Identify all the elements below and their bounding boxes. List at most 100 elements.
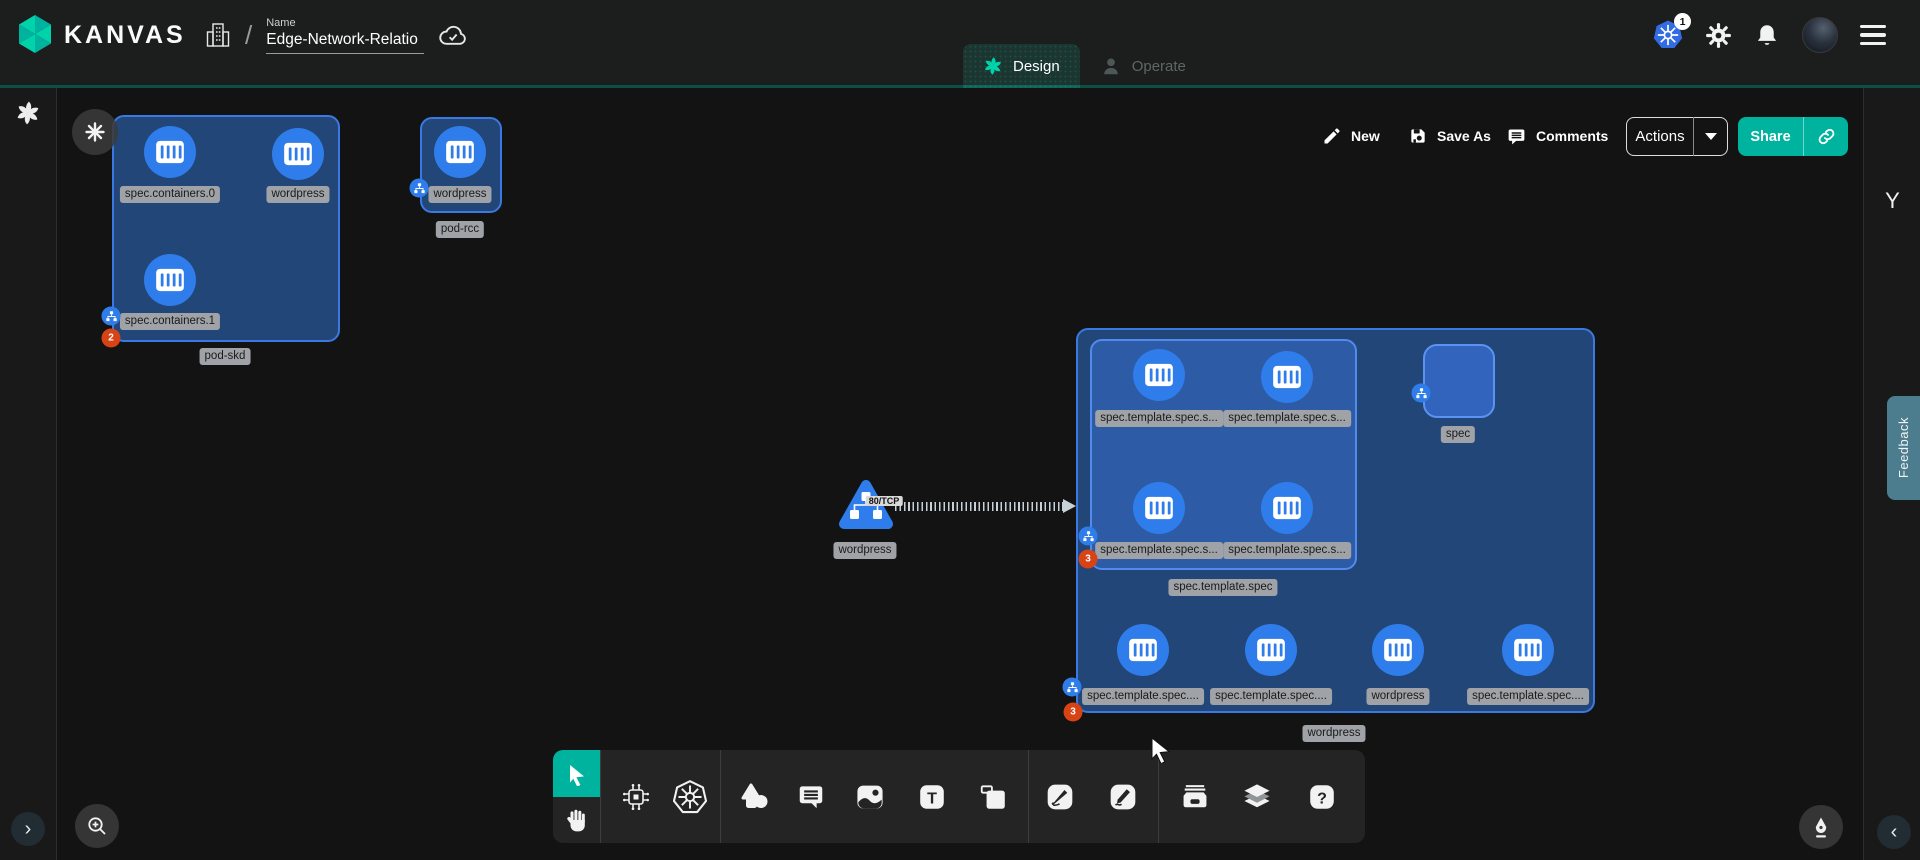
node-container[interactable] xyxy=(1261,482,1313,534)
component-chip-icon xyxy=(620,781,652,813)
node-container[interactable] xyxy=(1133,482,1185,534)
freeze-asterisk-icon[interactable] xyxy=(72,109,118,155)
tool-image[interactable] xyxy=(846,750,894,843)
share-button[interactable]: Share xyxy=(1738,117,1848,156)
notifications-bell-icon[interactable] xyxy=(1754,22,1780,49)
mouse-cursor xyxy=(1150,737,1174,763)
tool-kubernetes[interactable] xyxy=(666,750,714,843)
node-label: spec.template.spec.s... xyxy=(1095,410,1223,427)
pen-tool-icon xyxy=(1045,782,1075,812)
pencil-draw-icon xyxy=(1108,782,1138,812)
node-container[interactable] xyxy=(1117,624,1169,676)
node-container[interactable] xyxy=(1245,624,1297,676)
collapse-right-panel-button[interactable]: ‹ xyxy=(1877,815,1911,849)
kanvas-logo-icon xyxy=(14,13,56,57)
issue-count-badge[interactable]: 3 xyxy=(1079,550,1098,569)
breadcrumb-separator: / xyxy=(245,20,252,51)
comments-button[interactable]: Comments xyxy=(1506,118,1608,154)
comment-icon xyxy=(1506,126,1527,147)
layer5-y-icon: Y xyxy=(1864,188,1920,214)
operate-icon xyxy=(1100,55,1122,77)
node-container[interactable] xyxy=(144,254,196,306)
settings-gear-icon[interactable] xyxy=(1705,22,1732,49)
brand[interactable]: KANVAS xyxy=(14,0,186,70)
comment-tool-icon xyxy=(796,782,826,812)
node-container[interactable] xyxy=(144,126,196,178)
tool-comment[interactable] xyxy=(787,750,835,843)
save-icon xyxy=(1408,126,1428,146)
brand-wordmark: KANVAS xyxy=(64,21,186,50)
link-icon xyxy=(1816,126,1837,147)
node-label: spec.template.spec.s... xyxy=(1223,542,1351,559)
kubernetes-count-badge: 1 xyxy=(1674,13,1691,30)
node-container[interactable] xyxy=(1133,349,1185,401)
feedback-label: Feedback xyxy=(1896,417,1911,478)
tool-sticky-note[interactable] xyxy=(969,750,1017,843)
group-spec-template-spec[interactable] xyxy=(1090,339,1357,570)
node-container[interactable] xyxy=(1502,624,1554,676)
network-badge-icon[interactable] xyxy=(410,179,429,198)
tool-select-cursor[interactable] xyxy=(553,750,600,797)
pen-nib-button[interactable] xyxy=(1799,805,1843,849)
node-label: spec.template.spec.s... xyxy=(1095,542,1223,559)
issue-count-badge[interactable]: 2 xyxy=(102,329,121,348)
tab-design-label: Design xyxy=(1013,58,1060,75)
network-badge-icon[interactable] xyxy=(1412,384,1431,403)
group-label: spec.template.spec xyxy=(1168,579,1277,596)
layers-icon xyxy=(1241,781,1273,813)
tool-drawer[interactable] xyxy=(1171,750,1219,843)
node-container[interactable] xyxy=(1261,351,1313,403)
mode-tabs: Design Operate xyxy=(963,44,1206,88)
tab-design[interactable]: Design xyxy=(963,44,1080,88)
breadcrumb: / Name Edge-Network-Relatio xyxy=(205,0,468,70)
user-avatar[interactable] xyxy=(1802,17,1838,53)
node-label: spec.containers.1 xyxy=(120,313,220,330)
node-label: spec.template.spec.... xyxy=(1210,688,1332,705)
network-badge-icon[interactable] xyxy=(1079,527,1098,546)
cursor-arrow-icon xyxy=(565,762,589,786)
tool-pan-hand[interactable] xyxy=(553,797,600,843)
network-badge-icon[interactable] xyxy=(1063,678,1082,697)
node-label: wordpress xyxy=(428,186,491,203)
node-container[interactable] xyxy=(1372,624,1424,676)
issue-count-badge[interactable]: 3 xyxy=(1064,703,1083,722)
tool-layers[interactable] xyxy=(1233,750,1281,843)
canvas-toolbar: T xyxy=(553,750,1365,843)
edge-service-to-deployment[interactable] xyxy=(895,502,1065,511)
tool-shapes[interactable] xyxy=(730,750,778,843)
design-name-input[interactable]: Edge-Network-Relatio xyxy=(266,31,424,54)
expand-left-panel-button[interactable]: › xyxy=(11,812,45,846)
tab-operate[interactable]: Operate xyxy=(1080,44,1206,88)
copy-link-button[interactable] xyxy=(1804,126,1848,147)
zoom-in-button[interactable] xyxy=(75,804,119,848)
tool-pencil-draw[interactable] xyxy=(1099,750,1147,843)
actions-label: Actions xyxy=(1627,128,1693,145)
node-label: spec.template.spec.s... xyxy=(1223,410,1351,427)
node-label: spec.template.spec.... xyxy=(1082,688,1204,705)
organization-icon[interactable] xyxy=(205,21,231,49)
tool-help[interactable]: ? xyxy=(1298,750,1346,843)
tool-components[interactable] xyxy=(612,750,660,843)
tool-pen[interactable] xyxy=(1036,750,1084,843)
text-icon: T xyxy=(917,782,947,812)
edge-port-label: 80/TCP xyxy=(866,496,903,506)
design-icon xyxy=(983,56,1003,76)
feedback-tab[interactable]: Feedback xyxy=(1887,396,1920,500)
network-badge-icon[interactable] xyxy=(102,307,121,326)
image-icon xyxy=(854,781,886,813)
tool-text[interactable]: T xyxy=(908,750,956,843)
kanvas-app: KANVAS / Name Edge-Network-Relatio xyxy=(0,0,1920,860)
kubernetes-context-button[interactable]: 1 xyxy=(1653,20,1683,50)
design-name-label: Name xyxy=(266,17,424,29)
node-container[interactable] xyxy=(434,126,486,178)
actions-button[interactable]: Actions xyxy=(1626,117,1728,156)
new-button[interactable]: New xyxy=(1322,118,1380,154)
group-label: wordpress xyxy=(1302,725,1365,742)
save-as-button[interactable]: Save As xyxy=(1408,118,1491,154)
app-header: KANVAS / Name Edge-Network-Relatio xyxy=(0,0,1920,85)
menu-hamburger-icon[interactable] xyxy=(1860,25,1886,45)
node-container[interactable] xyxy=(272,128,324,180)
node-label: wordpress xyxy=(833,542,896,559)
node-spec[interactable] xyxy=(1423,344,1495,418)
actions-dropdown-button[interactable] xyxy=(1694,133,1727,140)
